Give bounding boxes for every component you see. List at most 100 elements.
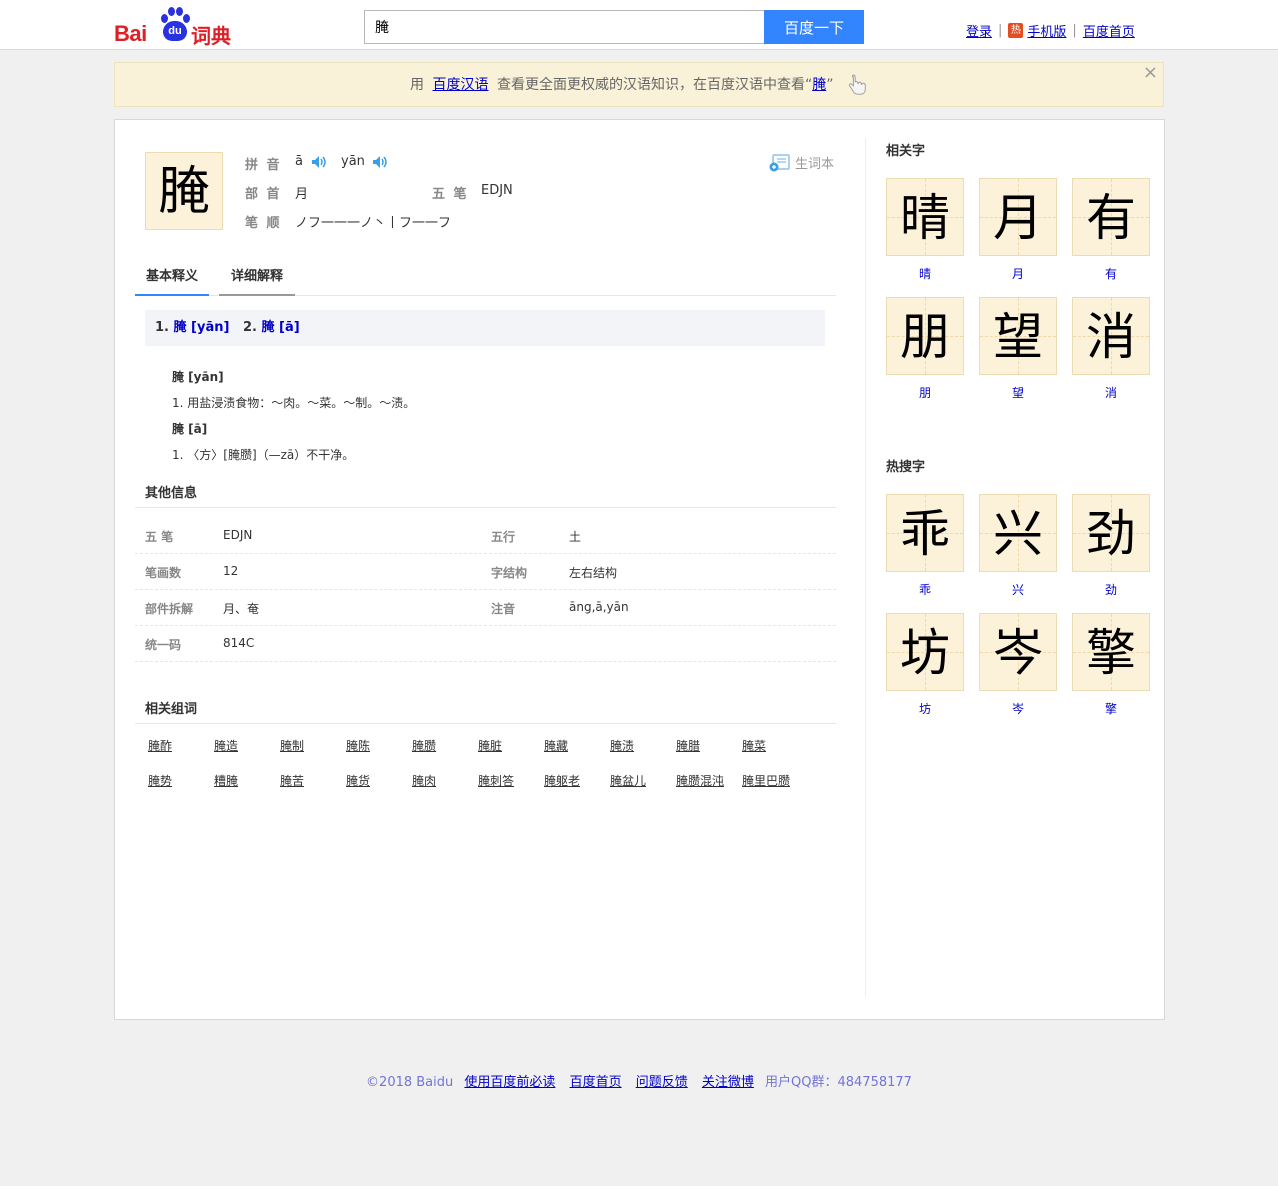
- pinyin-2: yān: [341, 154, 365, 169]
- related-word-link[interactable]: 糟腌: [214, 772, 238, 789]
- mobile-link[interactable]: 手机版: [1027, 21, 1066, 40]
- tab-basic[interactable]: 基本释义: [135, 268, 209, 296]
- related-word-link[interactable]: 腌盆儿: [610, 772, 646, 789]
- char-tile[interactable]: 岑: [979, 613, 1057, 691]
- char-tile[interactable]: 有: [1072, 178, 1150, 256]
- hot-chars-title: 热搜字: [886, 460, 926, 475]
- char-glyph: 岑: [993, 624, 1043, 682]
- other-info-row: 部件拆解 月、奄 注音 āng,ā,yān: [135, 590, 836, 626]
- hot-char-card[interactable]: 岑岑: [979, 613, 1057, 717]
- char-link[interactable]: 坊: [886, 700, 964, 717]
- related-char-card[interactable]: 消消: [1072, 297, 1150, 401]
- char-tile[interactable]: 兴: [979, 494, 1057, 572]
- footer-link-home[interactable]: 百度首页: [570, 1075, 622, 1090]
- related-word-link[interactable]: 腌渍: [610, 737, 634, 754]
- char-link[interactable]: 望: [979, 384, 1057, 401]
- qq-group: 用户QQ群：484758177: [765, 1075, 912, 1090]
- strokes-row: 笔 顺 ノフ一一一ノ丶丨フ一一フ: [245, 216, 452, 231]
- char-tile[interactable]: 朋: [886, 297, 964, 375]
- related-word-link[interactable]: 腌臜混沌: [676, 772, 724, 789]
- char-link[interactable]: 晴: [886, 265, 964, 282]
- close-icon[interactable]: ×: [1143, 50, 1158, 95]
- char-tile[interactable]: 乖: [886, 494, 964, 572]
- related-char-card[interactable]: 望望: [979, 297, 1057, 401]
- hot-char-card[interactable]: 擎擎: [1072, 613, 1150, 717]
- char-tile[interactable]: 劲: [1072, 494, 1150, 572]
- related-word-link[interactable]: 腌臜: [412, 737, 436, 754]
- hot-badge-icon: 热: [1008, 22, 1024, 38]
- speaker-icon[interactable]: [372, 155, 388, 169]
- related-char-card[interactable]: 有有: [1072, 178, 1150, 282]
- char-tile[interactable]: 消: [1072, 297, 1150, 375]
- related-word-link[interactable]: 腌刺答: [478, 772, 514, 789]
- char-link[interactable]: 岑: [979, 700, 1057, 717]
- related-word-link[interactable]: 腌躯老: [544, 772, 580, 789]
- definition-tabs: 基本释义 详细解释: [135, 268, 836, 296]
- char-glyph: 望: [993, 308, 1043, 366]
- related-word-link[interactable]: 腌势: [148, 772, 172, 789]
- related-word-link[interactable]: 腌制: [280, 737, 304, 754]
- search-button[interactable]: 百度一下: [764, 10, 864, 44]
- related-word-link[interactable]: 腌货: [346, 772, 370, 789]
- char-glyph: 晴: [900, 189, 950, 247]
- footer: ©2018 Baidu 使用百度前必读 百度首页 问题反馈 关注微博 用户QQ群…: [0, 1071, 1278, 1090]
- char-link[interactable]: 劲: [1072, 581, 1150, 598]
- notice-char-link[interactable]: 腌: [812, 77, 826, 93]
- char-tile[interactable]: 望: [979, 297, 1057, 375]
- footer-link-feedback[interactable]: 问题反馈: [636, 1075, 688, 1090]
- related-word-link[interactable]: 腌造: [214, 737, 238, 754]
- hand-pointer-icon: [848, 74, 866, 95]
- related-word-link[interactable]: 腌脏: [478, 737, 502, 754]
- related-words-title: 相关组词: [145, 702, 198, 717]
- char-tile[interactable]: 擎: [1072, 613, 1150, 691]
- char-glyph: 朋: [900, 308, 950, 366]
- search-input[interactable]: [364, 10, 765, 44]
- tab-detail[interactable]: 详细解释: [219, 268, 295, 296]
- related-word-link[interactable]: 腌里巴臜: [742, 772, 790, 789]
- footer-link-weibo[interactable]: 关注微博: [702, 1075, 754, 1090]
- char-link[interactable]: 兴: [979, 581, 1057, 598]
- vocab-book-button[interactable]: 生词本: [769, 153, 834, 172]
- related-word-link[interactable]: 腌肉: [412, 772, 436, 789]
- related-word-link[interactable]: 腌藏: [544, 737, 568, 754]
- related-word-link[interactable]: 腌菜: [742, 737, 766, 754]
- char-tile[interactable]: 月: [979, 178, 1057, 256]
- related-char-card[interactable]: 月月: [979, 178, 1057, 282]
- baidu-dict-logo[interactable]: Bai du 词典: [114, 5, 234, 48]
- divider: [135, 507, 836, 508]
- related-char-card[interactable]: 晴晴: [886, 178, 964, 282]
- char-glyph: 擎: [1086, 624, 1136, 682]
- hot-char-card[interactable]: 坊坊: [886, 613, 964, 717]
- char-link[interactable]: 消: [1072, 384, 1150, 401]
- radical-row: 部 首 月 五 笔 EDJN: [245, 183, 513, 202]
- speaker-icon[interactable]: [311, 155, 327, 169]
- char-link[interactable]: 乖: [886, 581, 964, 598]
- char-tile[interactable]: 坊: [886, 613, 964, 691]
- other-info-row: 统一码 814C: [135, 626, 836, 662]
- baidu-hanyu-link[interactable]: 百度汉语: [433, 77, 489, 93]
- logo-du-text: du: [163, 21, 187, 41]
- footer-link-terms[interactable]: 使用百度前必读: [464, 1075, 555, 1090]
- related-word-link[interactable]: 腌陈: [346, 737, 370, 754]
- main-char: 腌: [145, 152, 223, 230]
- other-info-title: 其他信息: [145, 486, 198, 501]
- reading-link-yan[interactable]: 腌 [yān]: [174, 320, 230, 335]
- char-tile[interactable]: 晴: [886, 178, 964, 256]
- baidu-home-link[interactable]: 百度首页: [1083, 21, 1135, 40]
- char-link[interactable]: 擎: [1072, 700, 1150, 717]
- definition-head: 腌 [yān]: [172, 370, 224, 384]
- login-link[interactable]: 登录: [966, 21, 992, 40]
- top-links: 登录 | 热 手机版 | 百度首页: [966, 21, 1135, 40]
- related-char-card[interactable]: 朋朋: [886, 297, 964, 401]
- char-link[interactable]: 朋: [886, 384, 964, 401]
- hot-char-card[interactable]: 劲劲: [1072, 494, 1150, 598]
- copyright: ©2018 Baidu: [366, 1075, 454, 1090]
- hot-char-card[interactable]: 兴兴: [979, 494, 1057, 598]
- char-link[interactable]: 有: [1072, 265, 1150, 282]
- related-word-link[interactable]: 腌腊: [676, 737, 700, 754]
- char-link[interactable]: 月: [979, 265, 1057, 282]
- related-word-link[interactable]: 腌酢: [148, 737, 172, 754]
- reading-link-a[interactable]: 腌 [ā]: [262, 320, 300, 335]
- related-word-link[interactable]: 腌苦: [280, 772, 304, 789]
- hot-char-card[interactable]: 乖乖: [886, 494, 964, 598]
